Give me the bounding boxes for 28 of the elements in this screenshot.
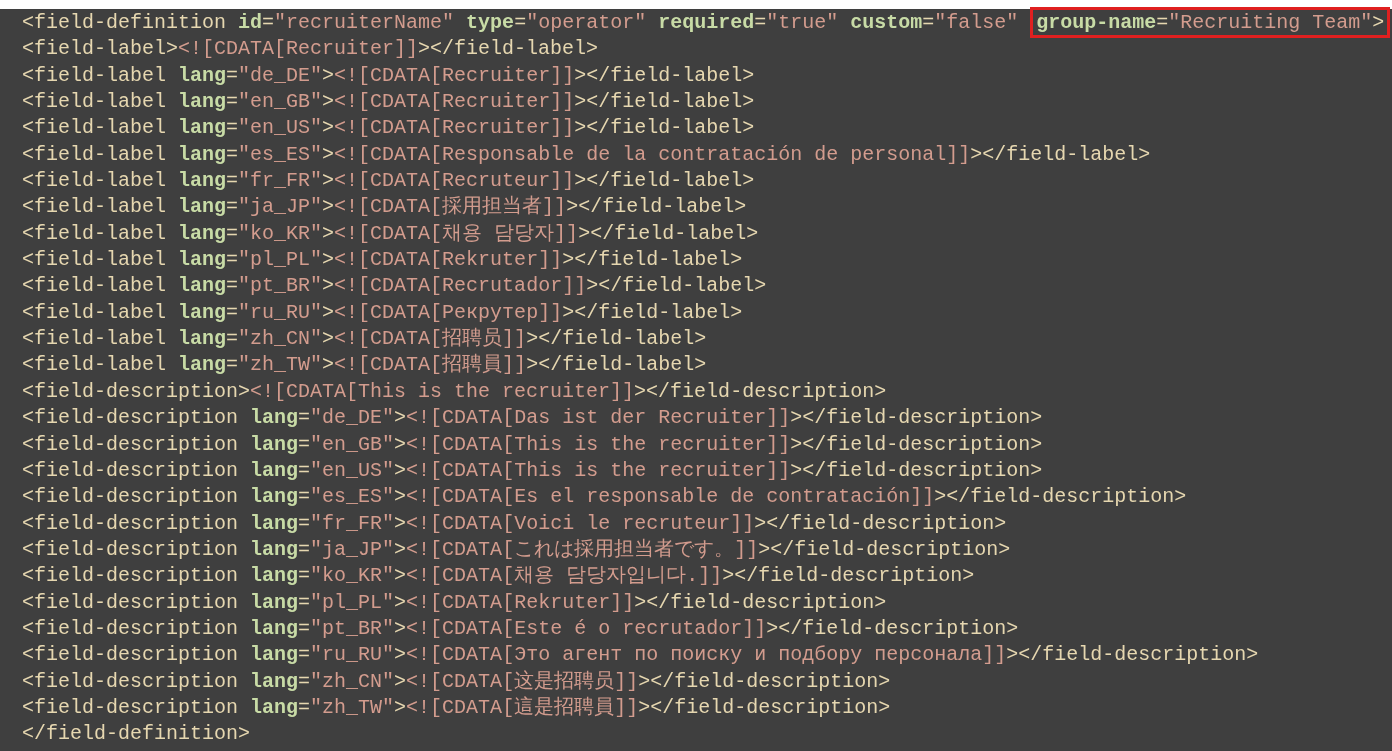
code-line: <field-label lang="pl_PL"><![CDATA[Rekruter]]></field-label>: [22, 247, 743, 274]
code-line: <field-label lang="es_ES"><![CDATA[Responsable de la contratación de personal]]></field-label>: [22, 141, 1151, 168]
code-line: <field-label lang="de_DE"><![CDATA[Recruiter]]></field-label>: [22, 62, 755, 89]
code-line: <field-description lang="pl_PL"><![CDATA[Rekruter]]></field-description>: [22, 589, 887, 616]
code-line: <field-description lang="pt_BR"><![CDATA[Este é o recrutador]]></field-description>: [22, 615, 1019, 642]
code-line: <field-definition id="recruiterName" type="operator" required="true" custom="false" group-name="Recruiting Team">: [22, 10, 1391, 37]
code-line: <field-description lang="en_US"><![CDATA[This is the recruiter]]></field-description>: [22, 457, 1043, 484]
code-line: <field-label lang="en_US"><![CDATA[Recruiter]]></field-label>: [22, 115, 755, 142]
code-line: <field-description lang="ja_JP"><![CDATA[これは採用担当者です。]]></field-description>: [22, 536, 1011, 563]
code-line: <field-description lang="fr_FR"><![CDATA[Voici le recruteur]]></field-description>: [22, 510, 1007, 537]
code-line: <field-description lang="zh_TW"><![CDATA[這是招聘員]]></field-description>: [22, 694, 891, 721]
code-line: <field-description lang="en_GB"><![CDATA[This is the recruiter]]></field-description>: [22, 431, 1043, 458]
code-line: <field-label><![CDATA[Recruiter]]></field-label>: [22, 36, 599, 63]
code-line: <field-description lang="zh_CN"><![CDATA[这是招聘员]]></field-description>: [22, 668, 891, 695]
code-line: <field-label lang="zh_TW"><![CDATA[招聘員]]></field-label>: [22, 352, 707, 379]
code-line: <field-description><![CDATA[This is the recruiter]]></field-description>: [22, 378, 887, 405]
code-line: <field-description lang="ko_KR"><![CDATA[채용 담당자입니다.]]></field-description>: [22, 563, 975, 590]
code-line: <field-label lang="ko_KR"><![CDATA[채용 담당자]]></field-label>: [22, 220, 759, 247]
code-line: <field-label lang="pt_BR"><![CDATA[Recrutador]]></field-label>: [22, 273, 767, 300]
code-line: <field-label lang="fr_FR"><![CDATA[Recruteur]]></field-label>: [22, 168, 755, 195]
code-line: <field-description lang="es_ES"><![CDATA[Es el responsable de contratación]]></field-description>: [22, 484, 1187, 511]
code-line: <field-label lang="zh_CN"><![CDATA[招聘员]]></field-label>: [22, 326, 707, 353]
code-line: <field-label lang="en_GB"><![CDATA[Recruiter]]></field-label>: [22, 89, 755, 116]
code-line: <field-label lang="ru_RU"><![CDATA[Рекрутер]]></field-label>: [22, 299, 743, 326]
code-line: <field-description lang="de_DE"><![CDATA[Das ist der Recruiter]]></field-description>: [22, 405, 1043, 432]
code-line: <field-label lang="ja_JP"><![CDATA[採用担当者]]></field-label>: [22, 194, 747, 221]
code-line: <field-description lang="ru_RU"><![CDATA[Это агент по поиску и подбору персонала]]></field-description>: [22, 642, 1259, 669]
code-line: </field-definition>: [22, 721, 251, 748]
